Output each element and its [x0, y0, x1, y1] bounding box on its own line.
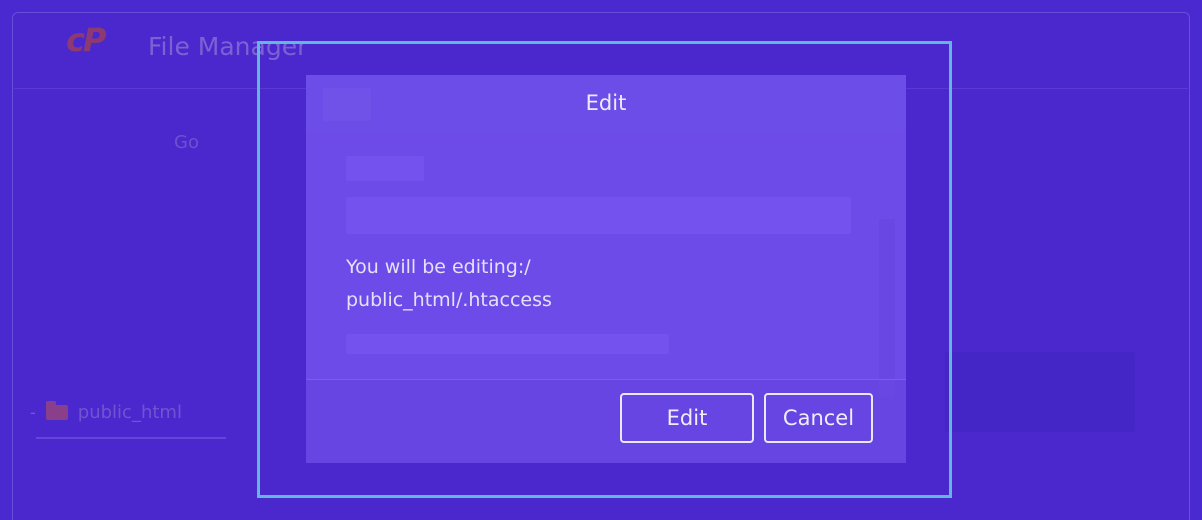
edit-message-line-1: You will be editing:/: [346, 256, 531, 278]
edit-dialog: Edit You will be editing:/ public_html/.…: [306, 75, 906, 463]
placeholder-label: [346, 156, 424, 181]
dialog-body: You will be editing:/ public_html/.htacc…: [306, 131, 906, 397]
file-list-area: [945, 352, 1135, 432]
dialog-footer-divider: [306, 379, 906, 380]
cancel-button[interactable]: Cancel: [764, 393, 873, 443]
go-button[interactable]: Go: [174, 132, 199, 153]
edit-message: You will be editing:/ public_html/.htacc…: [346, 251, 826, 317]
dialog-scrollbar[interactable]: [879, 219, 895, 397]
placeholder-field: [346, 197, 851, 234]
folder-icon: [45, 400, 68, 420]
tree-item-public-html[interactable]: - public_html: [30, 400, 182, 424]
dialog-title: Edit: [585, 91, 627, 115]
edit-message-path: public_html/.htaccess: [346, 289, 552, 311]
tree-item-underline: [36, 437, 226, 439]
tree-item-label: public_html: [77, 401, 182, 423]
dialog-header: Edit: [306, 75, 906, 131]
cpanel-logo: cP: [66, 21, 106, 59]
collapse-toggle[interactable]: -: [30, 403, 36, 422]
edit-button[interactable]: Edit: [620, 393, 754, 443]
placeholder-text: [346, 334, 669, 354]
